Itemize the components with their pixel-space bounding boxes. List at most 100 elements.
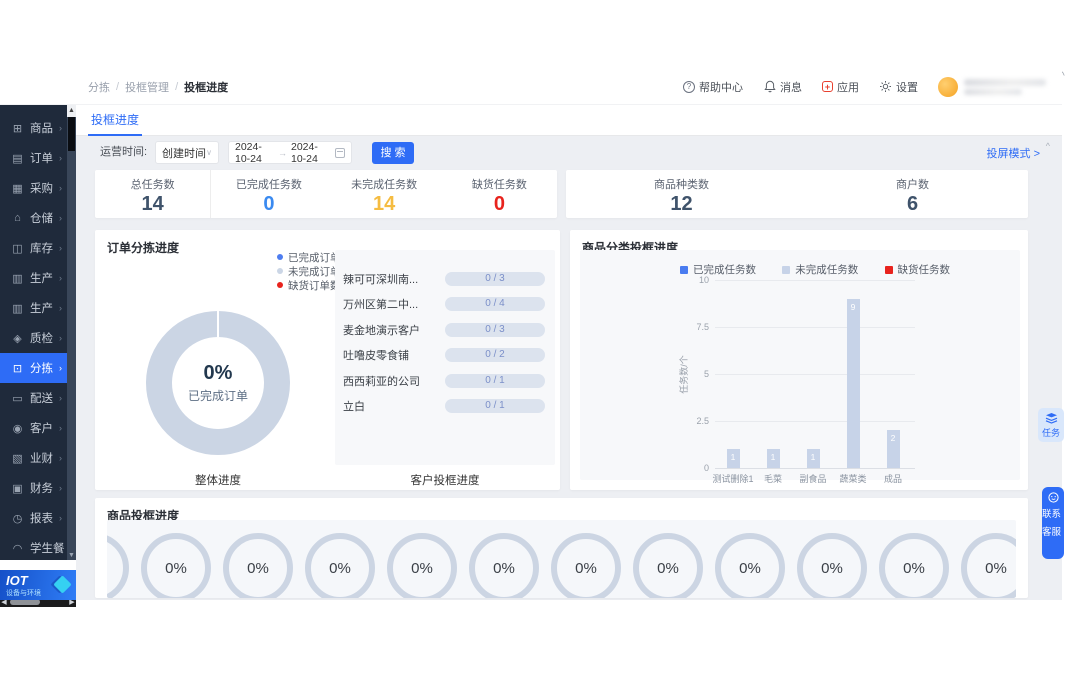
- layers-icon: [1045, 412, 1057, 424]
- sidebar-item-库存[interactable]: ◫ 库存 ›: [0, 233, 67, 263]
- date-range-input[interactable]: 2024-10-24 → 2024-10-24: [228, 140, 352, 165]
- date-start-value: 2024-10-24: [235, 140, 262, 165]
- sidebar-vertical-scrollbar[interactable]: ▲ ▼: [67, 105, 76, 560]
- product-circles-panel: 0%0%0%0%0%0%0%0%0%0%0%0%0%: [107, 520, 1016, 598]
- breadcrumb-item[interactable]: 分拣: [88, 79, 110, 95]
- sidebar-item-label: 分拣: [30, 363, 53, 375]
- task-float-button[interactable]: 任务: [1038, 408, 1064, 442]
- time-type-select[interactable]: 创建时间 ∨: [155, 141, 219, 164]
- settings-button[interactable]: 设置: [879, 79, 918, 95]
- bar-蔬菜类: 9: [846, 298, 860, 468]
- sidebar-item-质检[interactable]: ◈ 质检 ›: [0, 323, 67, 353]
- finance-icon: ▣: [12, 482, 23, 495]
- bar-测试删除1: 1: [726, 449, 740, 468]
- category-chart-card: 商品分类投框进度 已完成任务数 未完成任务数 缺货任务数 0 2.5 5 7.5 10 任务数/…: [570, 230, 1028, 490]
- apps-button[interactable]: + 应用: [822, 79, 859, 95]
- bar-chart-legend: 已完成任务数 未完成任务数 缺货任务数: [680, 262, 950, 277]
- bar-value-label: 1: [730, 452, 736, 463]
- product-progress-circle: 0%: [551, 533, 621, 598]
- y-tick-label: 10: [698, 275, 709, 285]
- gridline: [715, 468, 915, 469]
- contact-service-button[interactable]: 联系客服: [1042, 487, 1064, 559]
- chevron-right-icon: ›: [59, 213, 62, 223]
- scroll-down-icon[interactable]: ▼: [67, 552, 76, 559]
- customers-icon: ◉: [12, 422, 23, 435]
- date-end-value: 2024-10-24: [291, 140, 318, 165]
- stat-value: 12: [670, 193, 693, 215]
- sidebar-item-生产[interactable]: ▥ 生产 ›: [0, 293, 67, 323]
- sidebar-item-生产[interactable]: ▥ 生产 ›: [0, 263, 67, 293]
- iot-module-button[interactable]: IOT 设备与环境: [0, 570, 76, 600]
- sidebar-item-配送[interactable]: ▭ 配送 ›: [0, 383, 67, 413]
- stat-label: 总任务数: [130, 179, 175, 191]
- legend-square-icon: [782, 265, 791, 274]
- sidebar-item-财务[interactable]: ▣ 财务 ›: [0, 473, 67, 503]
- sidebar-item-业财[interactable]: ▧ 业财 ›: [0, 443, 67, 473]
- task-stats-card: 总任务数 14 已完成任务数 0 未完成任务数 14 缺货任务数 0: [95, 170, 557, 218]
- product-progress-circle: 0%: [141, 533, 211, 598]
- sidebar-item-报表[interactable]: ◷ 报表 ›: [0, 503, 67, 533]
- product-progress-circle: 0%: [223, 533, 293, 598]
- legend-item[interactable]: 未完成任务数: [782, 262, 858, 277]
- stat-未完成任务数: 未完成任务数 14: [327, 170, 442, 218]
- sidebar-item-分拣[interactable]: ⊡ 分拣 ›: [0, 353, 67, 383]
- messages-button[interactable]: 消息: [763, 79, 802, 95]
- student-meal-icon: ◠: [12, 542, 23, 555]
- stat-商品种类数: 商品种类数 12: [566, 170, 797, 218]
- bell-icon: [763, 80, 776, 93]
- product-progress-circle: 0%: [961, 533, 1016, 598]
- breadcrumb-item[interactable]: 投框管理: [125, 79, 169, 95]
- task-label: 任务: [1041, 427, 1060, 438]
- stat-缺货任务数: 缺货任务数 0: [442, 170, 557, 218]
- breadcrumb-item: 投框进度: [184, 81, 229, 94]
- app-window: 分拣 / 投框管理 / 投框进度 ? 帮助中心 消息 + 应用 设置 ⊞ 商品 …: [0, 68, 1062, 607]
- product-circles-row: 0%0%0%0%0%0%0%0%0%0%0%0%0%: [107, 533, 1016, 598]
- bar-chart: 已完成任务数 未完成任务数 缺货任务数 0 2.5 5 7.5 10 任务数/个 1 测试删除1 1 毛…: [580, 250, 1020, 484]
- sidebar-item-label: 财务: [30, 483, 53, 495]
- sidebar-item-商品[interactable]: ⊞ 商品 ›: [0, 113, 67, 143]
- chevron-right-icon: ›: [59, 243, 62, 253]
- customer-name: 万州区第二中...: [343, 299, 419, 312]
- stat-总任务数: 总任务数 14: [95, 170, 212, 218]
- legend-item[interactable]: 缺货任务数: [884, 262, 951, 277]
- orders-icon: ▤: [12, 152, 23, 165]
- chevron-right-icon: ›: [59, 513, 62, 523]
- product-progress-circle: 0%: [469, 533, 539, 598]
- service-label-char: 服: [1051, 527, 1062, 538]
- user-menu[interactable]: [938, 76, 1046, 97]
- customer-progress-pill: 0 / 2: [445, 348, 545, 363]
- product-progress-circle: 0%: [305, 533, 375, 598]
- product-progress-card: 商品投框进度 0%0%0%0%0%0%0%0%0%0%0%0%0%: [95, 498, 1028, 598]
- sidebar-item-采购[interactable]: ▦ 采购 ›: [0, 173, 67, 203]
- sidebar-item-仓储[interactable]: ⌂ 仓储 ›: [0, 203, 67, 233]
- scroll-up-icon[interactable]: ▲: [67, 105, 76, 117]
- stat-value: 6: [906, 193, 919, 215]
- inventory-icon: ◫: [12, 242, 23, 255]
- iot-title: IOT: [6, 573, 28, 588]
- customer-row: 吐噜皮零食铺 0 / 2: [335, 343, 555, 369]
- product-progress-circle: 0%: [797, 533, 867, 598]
- cast-mode-link[interactable]: 投屏模式 >: [987, 145, 1040, 161]
- chevron-down-icon: ∨: [206, 148, 212, 157]
- product-progress-circle: 0%: [387, 533, 457, 598]
- legend-label: 缺货任务数: [897, 264, 951, 276]
- gridline: [715, 280, 915, 281]
- stat-商户数: 商户数 6: [797, 170, 1028, 218]
- sidebar-item-订单[interactable]: ▤ 订单 ›: [0, 143, 67, 173]
- avatar[interactable]: [938, 76, 958, 97]
- help-center-button[interactable]: ? 帮助中心: [683, 79, 743, 95]
- legend-dot-icon: [277, 254, 283, 260]
- sidebar-item-学生餐[interactable]: ◠学生餐›: [0, 533, 74, 563]
- search-button[interactable]: 搜 索: [372, 142, 414, 164]
- service-label-char: 系: [1051, 509, 1062, 520]
- sidebar-item-label: 采购: [30, 183, 53, 195]
- breadcrumb-separator: /: [116, 80, 120, 93]
- sidebar-item-客户[interactable]: ◉ 客户 ›: [0, 413, 67, 443]
- customer-name: 立白: [343, 401, 365, 414]
- customer-row: 万州区第二中... 0 / 4: [335, 292, 555, 318]
- customer-progress-pill: 0 / 1: [445, 373, 545, 388]
- chat-smile-icon: [1047, 492, 1059, 503]
- tab-frame-progress[interactable]: 投框进度: [88, 105, 143, 136]
- scrollbar-thumb[interactable]: [68, 117, 75, 151]
- chevron-right-icon: ›: [59, 423, 62, 433]
